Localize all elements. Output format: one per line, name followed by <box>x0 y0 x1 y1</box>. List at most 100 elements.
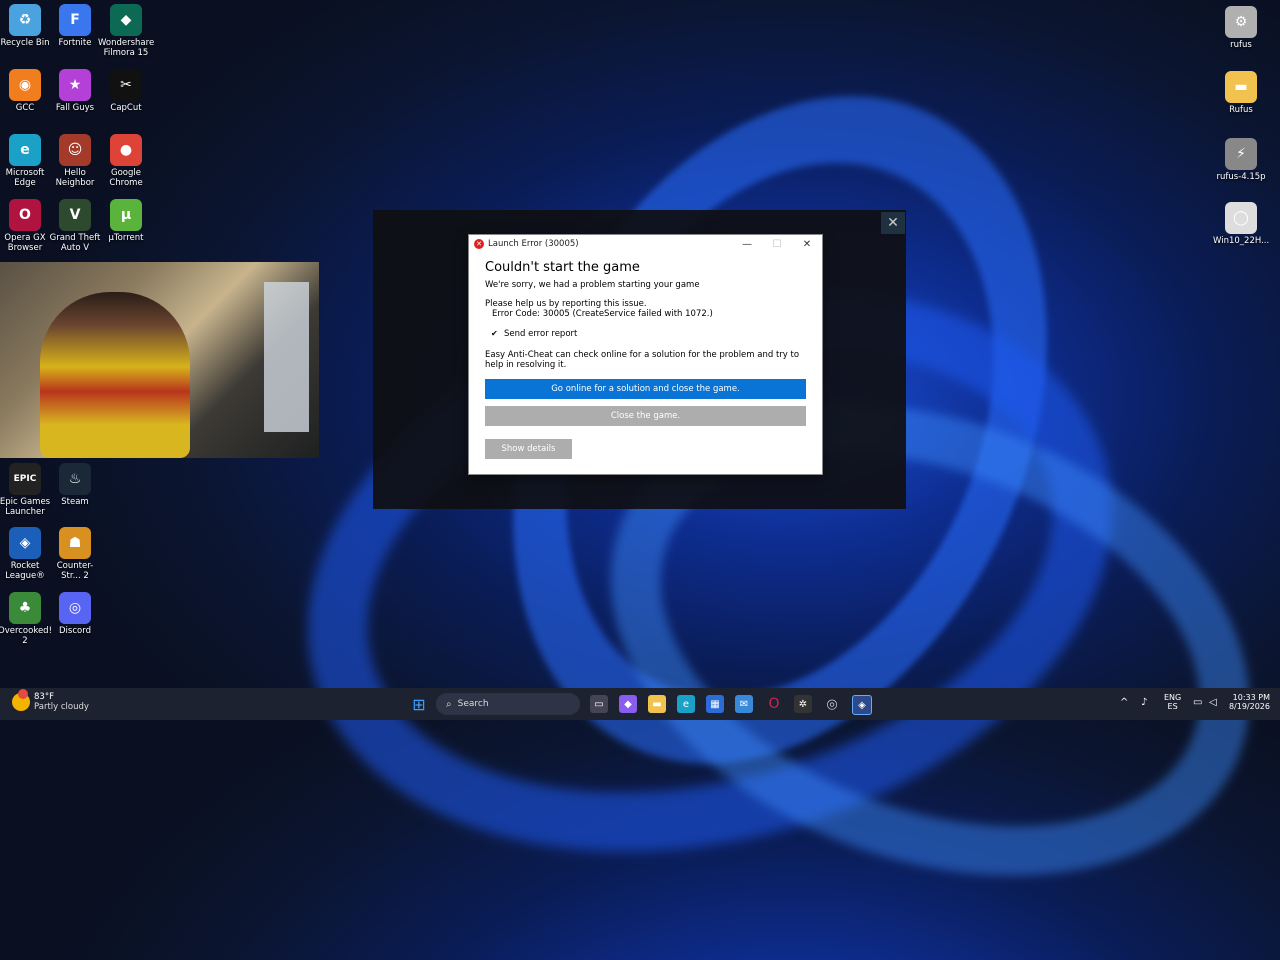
desktop-icon-gta-v[interactable]: V Grand Theft Auto V <box>47 199 103 253</box>
dialog-heading: Couldn't start the game <box>485 260 640 275</box>
desktop-icon-steam[interactable]: ♨ Steam <box>47 463 103 507</box>
desktop-icon-label: Epic Games Launcher <box>0 497 51 517</box>
desktop-icon-label: Recycle Bin <box>0 38 50 48</box>
desktop-icon-label: Counter-Str... 2 <box>56 561 94 581</box>
desktop-icon-label: Microsoft Edge <box>5 168 45 188</box>
minimize-button[interactable]: — <box>732 239 762 250</box>
file-explorer-icon[interactable]: ▬ <box>648 695 666 713</box>
report-text: Please help us by reporting this issue. <box>485 299 647 309</box>
close-game-button[interactable]: Close the game. <box>485 406 806 426</box>
send-error-report-checkbox[interactable]: ✔ Send error report <box>491 329 806 339</box>
desktop-icon-hello-neighbor[interactable]: ☺ Hello Neighbor <box>47 134 103 188</box>
microphone-icon[interactable]: ♪ <box>1141 697 1147 708</box>
fall-guys-icon: ★ <box>59 69 91 101</box>
desktop-icon-label: Hello Neighbor <box>55 168 95 188</box>
launcher-close-button[interactable]: ✕ <box>881 212 905 234</box>
desktop-icon-gcc[interactable]: ◉ GCC <box>0 69 53 113</box>
chrome-icon: ● <box>110 134 142 166</box>
desktop-icon-overcooked[interactable]: ♣ Overcooked! 2 <box>0 592 53 646</box>
clock[interactable]: 10:33 PM 8/19/2026 <box>1228 693 1270 711</box>
edge-icon: e <box>9 134 41 166</box>
cs2-icon: ☗ <box>59 527 91 559</box>
desktop-icon-label: Fortnite <box>58 38 92 48</box>
time: 10:33 PM <box>1232 693 1270 702</box>
desktop-icon-win10-iso[interactable]: ◯ Win10_22H... <box>1213 202 1269 246</box>
desktop-icon-label: Rocket League® <box>5 561 45 581</box>
gta-v-icon: V <box>59 199 91 231</box>
desktop-icon-label: Google Chrome <box>109 168 143 188</box>
language-indicator[interactable]: ENG ES <box>1164 693 1181 711</box>
chevron-up-icon[interactable]: ^ <box>1120 697 1128 708</box>
store-icon[interactable]: ▦ <box>706 695 724 713</box>
dialog-titlebar[interactable]: ✕ Launch Error (30005) — ☐ ✕ <box>469 235 822 253</box>
desktop-icon-label: Fall Guys <box>55 103 95 113</box>
show-details-button[interactable]: Show details <box>485 439 572 459</box>
desktop-icon-label: Steam <box>61 497 89 507</box>
copilot-icon[interactable]: ◆ <box>619 695 637 713</box>
start-button-windows-icon[interactable]: ⊞ <box>410 695 428 714</box>
desktop-icon-rufus-exe[interactable]: ⚙ rufus <box>1213 6 1269 50</box>
desktop-icon-discord[interactable]: ◎ Discord <box>47 592 103 636</box>
display-icon[interactable]: ▭ <box>1193 697 1202 708</box>
desktop-icon-label: µTorrent <box>108 233 144 243</box>
desktop-icon-rufus-415p[interactable]: ⚡ rufus-4.15p <box>1213 138 1269 182</box>
desktop-icon-chrome[interactable]: ● Google Chrome <box>98 134 154 188</box>
desktop-icon-rufus-folder[interactable]: ▬ Rufus <box>1213 71 1269 115</box>
rocket-league-icon: ◈ <box>9 527 41 559</box>
edge-icon[interactable]: e <box>677 695 695 713</box>
checkbox-check-icon[interactable]: ✔ <box>491 330 499 338</box>
gcc-icon: ◉ <box>9 69 41 101</box>
utorrent-icon: µ <box>110 199 142 231</box>
desktop-icon-rocket-league[interactable]: ◈ Rocket League® <box>0 527 53 581</box>
rufus-415p-icon: ⚡ <box>1225 138 1257 170</box>
desktop-icon-epic[interactable]: EPIC Epic Games Launcher <box>0 463 53 517</box>
weather-widget[interactable]: 83°F Partly cloudy <box>12 689 89 712</box>
hello-neighbor-icon: ☺ <box>59 134 91 166</box>
launch-error-dialog: ✕ Launch Error (30005) — ☐ ✕ Couldn't st… <box>469 235 822 474</box>
fortnite-icon: F <box>59 4 91 36</box>
app-icon[interactable]: ✲ <box>794 695 812 713</box>
weather-icon <box>12 689 30 711</box>
temperature: 83°F <box>34 692 54 702</box>
weather-condition: Partly cloudy <box>34 702 89 712</box>
opera-gx-icon: O <box>9 199 41 231</box>
desktop-icon-capcut[interactable]: ✂ CapCut <box>98 69 154 113</box>
desktop-icon-label: Win10_22H... <box>1213 236 1270 246</box>
desktop-icon-label: Rufus <box>1229 105 1253 115</box>
filmora-icon: ◆ <box>110 4 142 36</box>
error-code-text: Error Code: 30005 (CreateService failed … <box>492 309 713 319</box>
error-icon: ✕ <box>474 239 484 249</box>
desktop-icon-fortnite[interactable]: F Fortnite <box>47 4 103 48</box>
desktop-icon-label: Grand Theft Auto V <box>49 233 101 253</box>
webcam-overlay <box>0 262 319 458</box>
opera-gx-icon[interactable]: O <box>765 695 783 713</box>
overcooked-icon: ♣ <box>9 592 41 624</box>
search-placeholder: Search <box>457 699 489 709</box>
search-box[interactable]: ⌕ Search <box>436 693 580 715</box>
desktop-icon-label: rufus <box>1230 40 1252 50</box>
desktop-icon-opera-gx[interactable]: O Opera GX Browser <box>0 199 53 253</box>
desktop-icon-label: GCC <box>15 103 35 113</box>
volume-icon[interactable]: ◁ <box>1209 697 1217 708</box>
close-button[interactable]: ✕ <box>792 239 822 250</box>
desktop-icon-label: CapCut <box>110 103 142 113</box>
task-view-icon[interactable]: ▭ <box>590 695 608 713</box>
easy-anti-cheat-icon[interactable]: ◈ <box>852 695 872 715</box>
desktop-icon-utorrent[interactable]: µ µTorrent <box>98 199 154 243</box>
mail-icon[interactable]: ✉ <box>735 695 753 713</box>
desktop-icon-edge[interactable]: e Microsoft Edge <box>0 134 53 188</box>
desktop-icon-fall-guys[interactable]: ★ Fall Guys <box>47 69 103 113</box>
win10-iso-icon: ◯ <box>1225 202 1257 234</box>
steam-icon: ♨ <box>59 463 91 495</box>
desktop-icon-cs2[interactable]: ☗ Counter-Str... 2 <box>47 527 103 581</box>
desktop-icon-recycle-bin[interactable]: ♻ Recycle Bin <box>0 4 53 48</box>
language-secondary: ES <box>1167 702 1178 711</box>
rufus-folder-icon: ▬ <box>1225 71 1257 103</box>
desktop-icon-label: Overcooked! 2 <box>0 626 52 646</box>
desktop-icon-filmora[interactable]: ◆ Wondershare Filmora 15 <box>98 4 154 58</box>
desktop-icon-label: rufus-4.15p <box>1216 172 1266 182</box>
go-online-button[interactable]: Go online for a solution and close the g… <box>485 379 806 399</box>
recycle-bin-icon: ♻ <box>9 4 41 36</box>
obs-icon[interactable]: ◎ <box>823 695 841 713</box>
desktop-icon-label: Discord <box>59 626 91 636</box>
